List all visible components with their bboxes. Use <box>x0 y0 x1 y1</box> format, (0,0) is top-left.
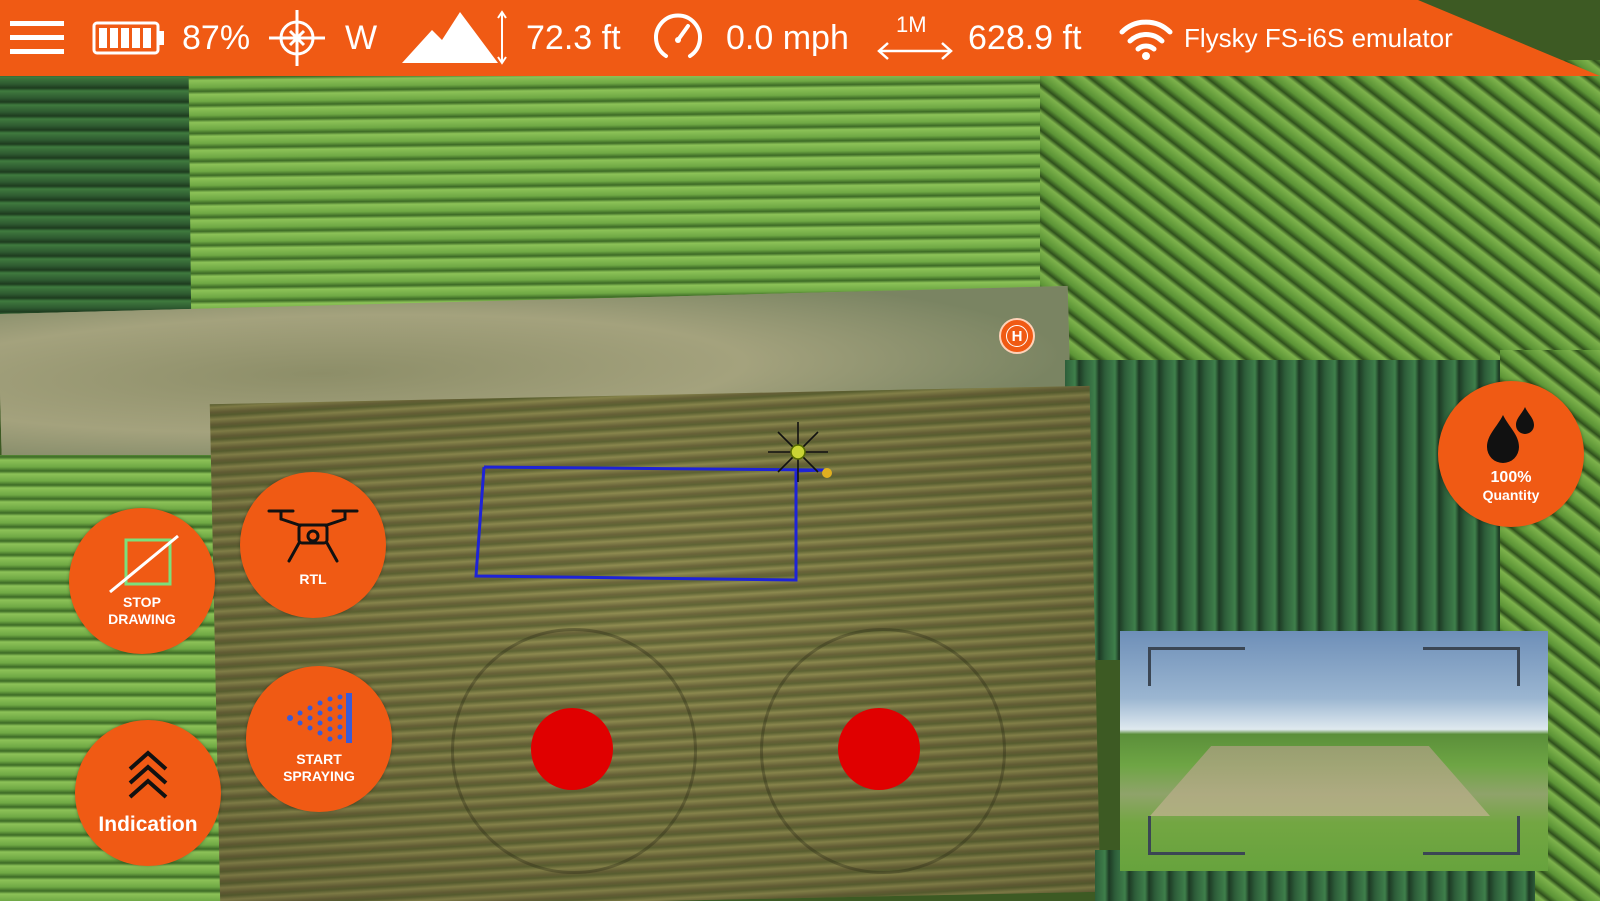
stop-drawing-button[interactable]: STOP DRAWING <box>69 508 215 654</box>
frame-corner <box>1423 816 1520 855</box>
altitude-value: 72.3 ft <box>526 18 621 57</box>
drone-icon <box>267 509 359 562</box>
distance-scale-label: 1M <box>896 12 927 37</box>
drone-icon <box>768 422 828 482</box>
speedometer-icon <box>654 13 702 58</box>
heading-indicator: W <box>267 0 377 76</box>
speed-indicator: 0.0 mph <box>650 0 849 76</box>
home-point-marker[interactable]: H <box>999 318 1035 354</box>
drawn-spray-area <box>474 465 825 582</box>
quantity-percent: 100% <box>1490 469 1532 486</box>
mountain-altitude-icon <box>402 10 507 65</box>
start-spraying-label: START SPRAYING <box>283 751 355 784</box>
camera-ground-strip <box>1150 746 1490 816</box>
draw-area-icon <box>109 534 179 594</box>
status-bar: 87% W 72.3 ft 0.0 mph 1M 628.9 ft Flysky… <box>0 0 1600 76</box>
spray-nozzle-icon <box>287 693 352 743</box>
frame-corner <box>1423 647 1520 686</box>
menu-button[interactable] <box>10 0 66 76</box>
frame-corner <box>1148 647 1245 686</box>
camera-preview[interactable] <box>1120 631 1548 871</box>
distance-arrow-icon <box>877 42 953 60</box>
home-point-letter: H <box>1006 325 1028 347</box>
battery-icon <box>92 21 164 55</box>
left-joystick-knob[interactable] <box>531 708 613 790</box>
right-joystick-knob[interactable] <box>838 708 920 790</box>
stop-drawing-label: STOP DRAWING <box>108 594 176 627</box>
frame-corner <box>1148 816 1245 855</box>
indication-label: Indication <box>98 813 198 836</box>
quantity-label: Quantity <box>1482 487 1540 503</box>
rtl-label: RTL <box>299 570 327 587</box>
rtl-button[interactable]: RTL <box>240 472 386 618</box>
waypoint-marker <box>822 468 832 478</box>
controller-status: Flysky FS-i6S emulator <box>1118 0 1453 76</box>
liquid-drops-icon <box>1487 407 1534 463</box>
wifi-signal-icon <box>1119 19 1173 60</box>
compass-crosshair-icon <box>269 10 325 66</box>
hamburger-menu-icon <box>10 21 64 54</box>
heading-value: W <box>345 18 378 57</box>
start-spraying-button[interactable]: START SPRAYING <box>246 666 392 812</box>
battery-percent: 87% <box>182 18 251 57</box>
altitude-indicator: 72.3 ft <box>402 0 621 76</box>
quantity-button[interactable]: 100% Quantity <box>1438 381 1584 527</box>
distance-value: 628.9 ft <box>968 18 1082 57</box>
chevrons-up-icon <box>128 750 168 799</box>
distance-indicator: 1M 628.9 ft <box>876 0 1081 76</box>
indication-button[interactable]: Indication <box>75 720 221 866</box>
speed-value: 0.0 mph <box>726 18 849 57</box>
battery-indicator: 87% <box>92 0 250 76</box>
controller-name: Flysky FS-i6S emulator <box>1184 22 1453 53</box>
